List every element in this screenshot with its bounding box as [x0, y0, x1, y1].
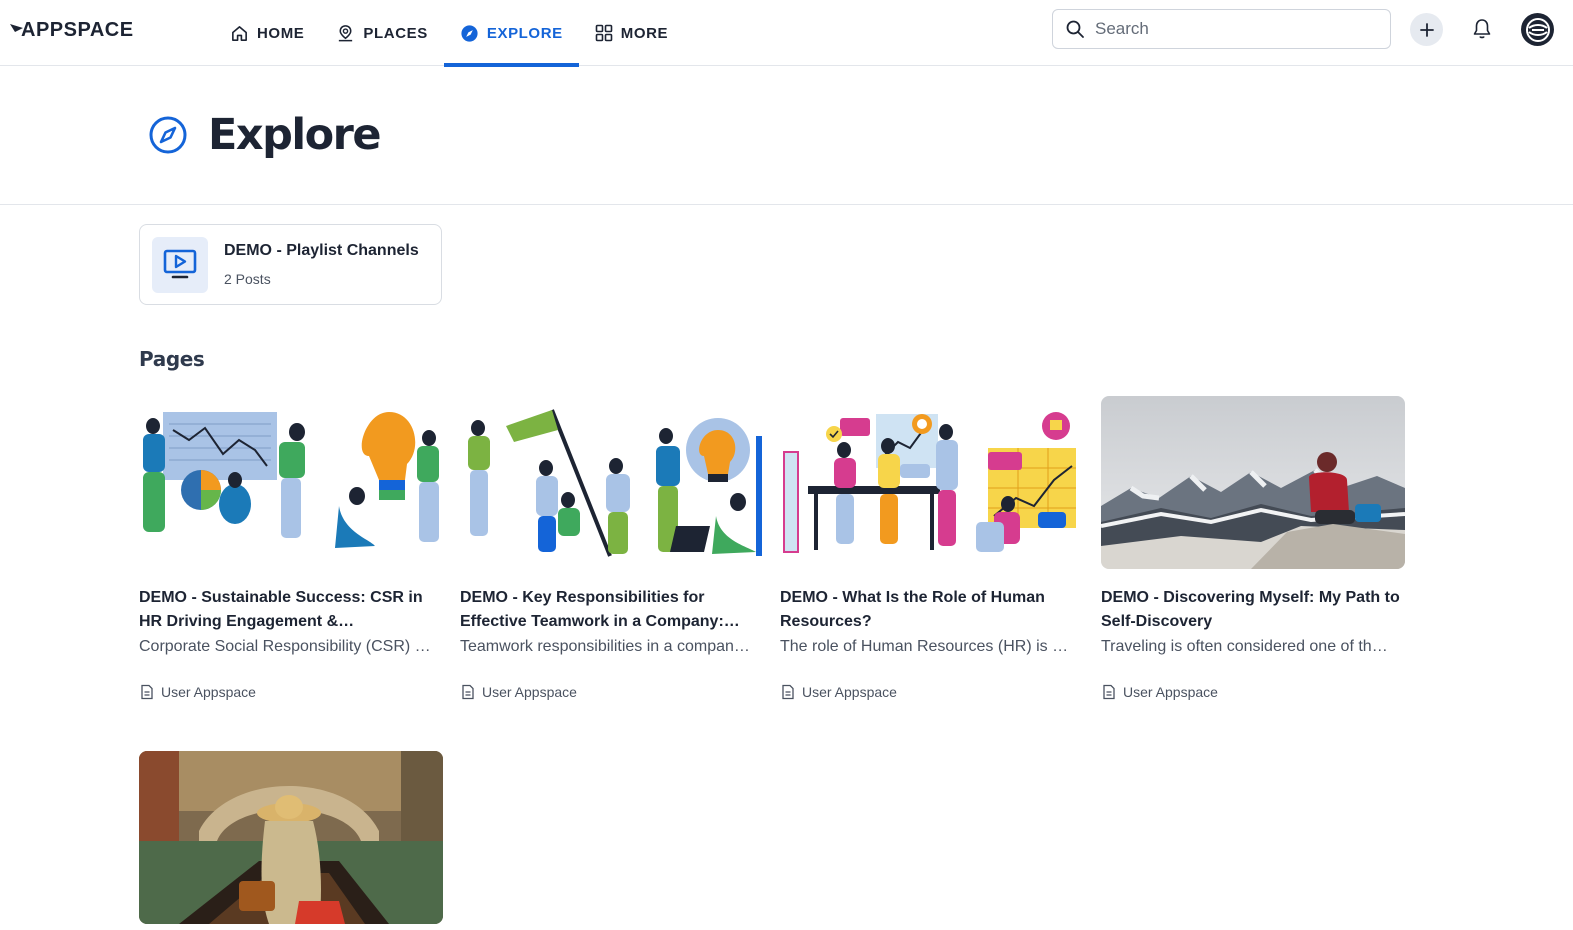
search-input[interactable] — [1095, 19, 1365, 39]
mountain-photo-image — [1101, 396, 1405, 569]
document-icon — [782, 684, 794, 700]
card-thumbnail — [139, 396, 443, 569]
search-box[interactable] — [1052, 9, 1391, 49]
user-avatar[interactable] — [1521, 13, 1554, 46]
nav-more[interactable]: MORE — [579, 0, 684, 66]
card-description: Teamwork responsibilities in a company a… — [460, 638, 752, 655]
card-thumbnail — [1101, 396, 1405, 569]
logo-text: APPSPACE — [21, 19, 134, 40]
card-description: The role of Human Resources (HR) is vita… — [780, 638, 1072, 655]
card-title: DEMO - Discovering Myself: My Path to Se… — [1101, 589, 1400, 630]
video-screen-icon — [163, 249, 197, 279]
pages-section-title: Pages — [139, 347, 205, 371]
search-icon — [1066, 20, 1084, 38]
profile-icon — [1525, 17, 1550, 42]
grid-icon — [595, 24, 613, 42]
map-pin-icon — [339, 24, 353, 41]
page-card[interactable]: DEMO - Sustainable Success: CSR in HR Dr… — [139, 396, 443, 700]
nav-explore-label: EXPLORE — [486, 24, 563, 42]
create-button[interactable] — [1410, 13, 1443, 46]
card-author: User Appspace — [139, 684, 256, 700]
card-description: Traveling is often considered one of the… — [1101, 638, 1393, 655]
nav-places-label: PLACES — [363, 24, 428, 42]
main-nav: HOME PLACES EXPLORE MORE — [214, 0, 684, 67]
card-author: User Appspace — [460, 684, 577, 700]
office-meeting-illustration-image — [780, 396, 1084, 569]
card-thumbnail — [460, 396, 764, 569]
document-icon — [141, 684, 153, 700]
card-author-name: User Appspace — [161, 684, 256, 700]
nav-home[interactable]: HOME — [214, 0, 320, 66]
nav-home-label: HOME — [257, 24, 305, 42]
channel-card[interactable]: DEMO - Playlist Channels 2 Posts — [139, 224, 442, 305]
channel-name: DEMO - Playlist Channels — [224, 242, 419, 259]
venice-gondola-photo-image — [139, 751, 443, 924]
document-icon — [462, 684, 474, 700]
teamwork-illustration-image — [460, 396, 764, 569]
compass-icon — [461, 24, 478, 42]
card-author-name: User Appspace — [482, 684, 577, 700]
bell-icon — [1473, 19, 1491, 39]
card-description: Corporate Social Responsibility (CSR) in… — [139, 638, 431, 655]
card-title: DEMO - Sustainable Success: CSR in HR Dr… — [139, 589, 423, 630]
document-icon — [1103, 684, 1115, 700]
card-author: User Appspace — [1101, 684, 1218, 700]
compass-icon — [149, 116, 187, 154]
page-card[interactable] — [139, 751, 443, 924]
card-author-name: User Appspace — [1123, 684, 1218, 700]
page-header: Explore — [0, 66, 1573, 205]
page-card[interactable]: DEMO - Key Responsibilities for Effectiv… — [460, 396, 764, 700]
page-title: Explore — [208, 110, 382, 160]
card-title: DEMO - Key Responsibilities for Effectiv… — [460, 589, 724, 630]
card-thumbnail — [139, 751, 443, 924]
nav-places[interactable]: PLACES — [320, 0, 443, 66]
nav-more-label: MORE — [620, 24, 669, 42]
card-thumbnail — [780, 396, 1084, 569]
card-author: User Appspace — [780, 684, 897, 700]
plus-icon — [1419, 22, 1434, 37]
card-title: DEMO - What Is the Role of Human Resourc… — [780, 589, 1045, 630]
channel-icon-tile — [152, 237, 208, 293]
page-card[interactable]: DEMO - What Is the Role of Human Resourc… — [780, 396, 1084, 700]
top-navigation-bar: APPSPACE HOME PLACES EXPLORE MORE Search — [0, 0, 1573, 67]
notifications-button[interactable] — [1470, 16, 1494, 42]
channel-post-count: 2 Posts — [224, 271, 271, 287]
appspace-logo[interactable]: APPSPACE — [9, 18, 151, 40]
page-card[interactable]: DEMO - Discovering Myself: My Path to Se… — [1101, 396, 1405, 700]
team-illustration-image — [139, 396, 443, 569]
nav-explore[interactable]: EXPLORE — [443, 0, 579, 67]
home-icon — [232, 25, 247, 41]
card-author-name: User Appspace — [802, 684, 897, 700]
